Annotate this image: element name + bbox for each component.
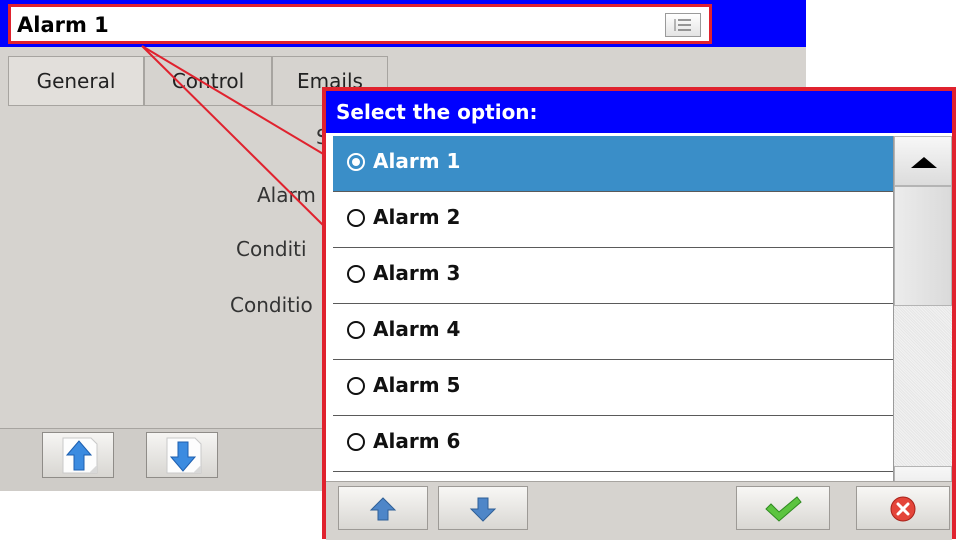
radio-icon [347,433,365,451]
title-bar: Alarm 1 [0,0,806,47]
option-alarm-1[interactable]: Alarm 1 [333,136,893,192]
option-alarm-5[interactable]: Alarm 5 [333,360,893,416]
scroll-up-button[interactable] [894,136,952,186]
radio-selected-icon [347,153,365,171]
form-label: Alarm [257,183,316,207]
cancel-button[interactable] [856,486,950,530]
option-label: Alarm 6 [373,429,461,453]
dialog-title: Select the option: [326,91,952,133]
list-icon [674,19,691,31]
alarm-select-field[interactable]: Alarm 1 [8,4,712,44]
radio-icon [347,321,365,339]
options-list: Alarm 1 Alarm 2 Alarm 3 Alarm 4 Alarm 5 … [333,136,893,516]
dialog-move-up-button[interactable] [338,486,428,530]
option-label: Alarm 5 [373,373,461,397]
selected-alarm-text: Alarm 1 [17,13,109,37]
option-label: Alarm 2 [373,205,461,229]
tab-general[interactable]: General [8,56,144,106]
radio-icon [347,377,365,395]
arrow-up-icon [62,437,98,474]
move-up-button[interactable] [42,432,114,478]
arrow-down-icon [469,497,497,522]
option-alarm-6[interactable]: Alarm 6 [333,416,893,472]
move-down-button[interactable] [146,432,218,478]
dialog-toolbar [326,481,952,540]
arrow-up-icon [369,497,397,521]
confirm-button[interactable] [736,486,830,530]
tab-control[interactable]: Control [144,56,272,106]
option-alarm-4[interactable]: Alarm 4 [333,304,893,360]
option-alarm-3[interactable]: Alarm 3 [333,248,893,304]
options-scrollbar[interactable] [893,136,952,516]
triangle-up-icon [911,157,937,168]
form-label: Conditio [230,293,313,317]
select-option-dialog: Select the option: Alarm 1 Alarm 2 Alarm… [322,87,956,540]
scroll-thumb[interactable] [894,186,952,306]
option-alarm-2[interactable]: Alarm 2 [333,192,893,248]
radio-icon [347,209,365,227]
list-button[interactable] [665,13,701,37]
form-label: Conditi [236,237,307,261]
dialog-move-down-button[interactable] [438,486,528,530]
arrow-down-icon [166,437,202,474]
checkmark-icon [765,496,802,522]
option-label: Alarm 4 [373,317,461,341]
close-icon [890,496,916,522]
option-label: Alarm 1 [373,149,461,173]
radio-icon [347,265,365,283]
option-label: Alarm 3 [373,261,461,285]
